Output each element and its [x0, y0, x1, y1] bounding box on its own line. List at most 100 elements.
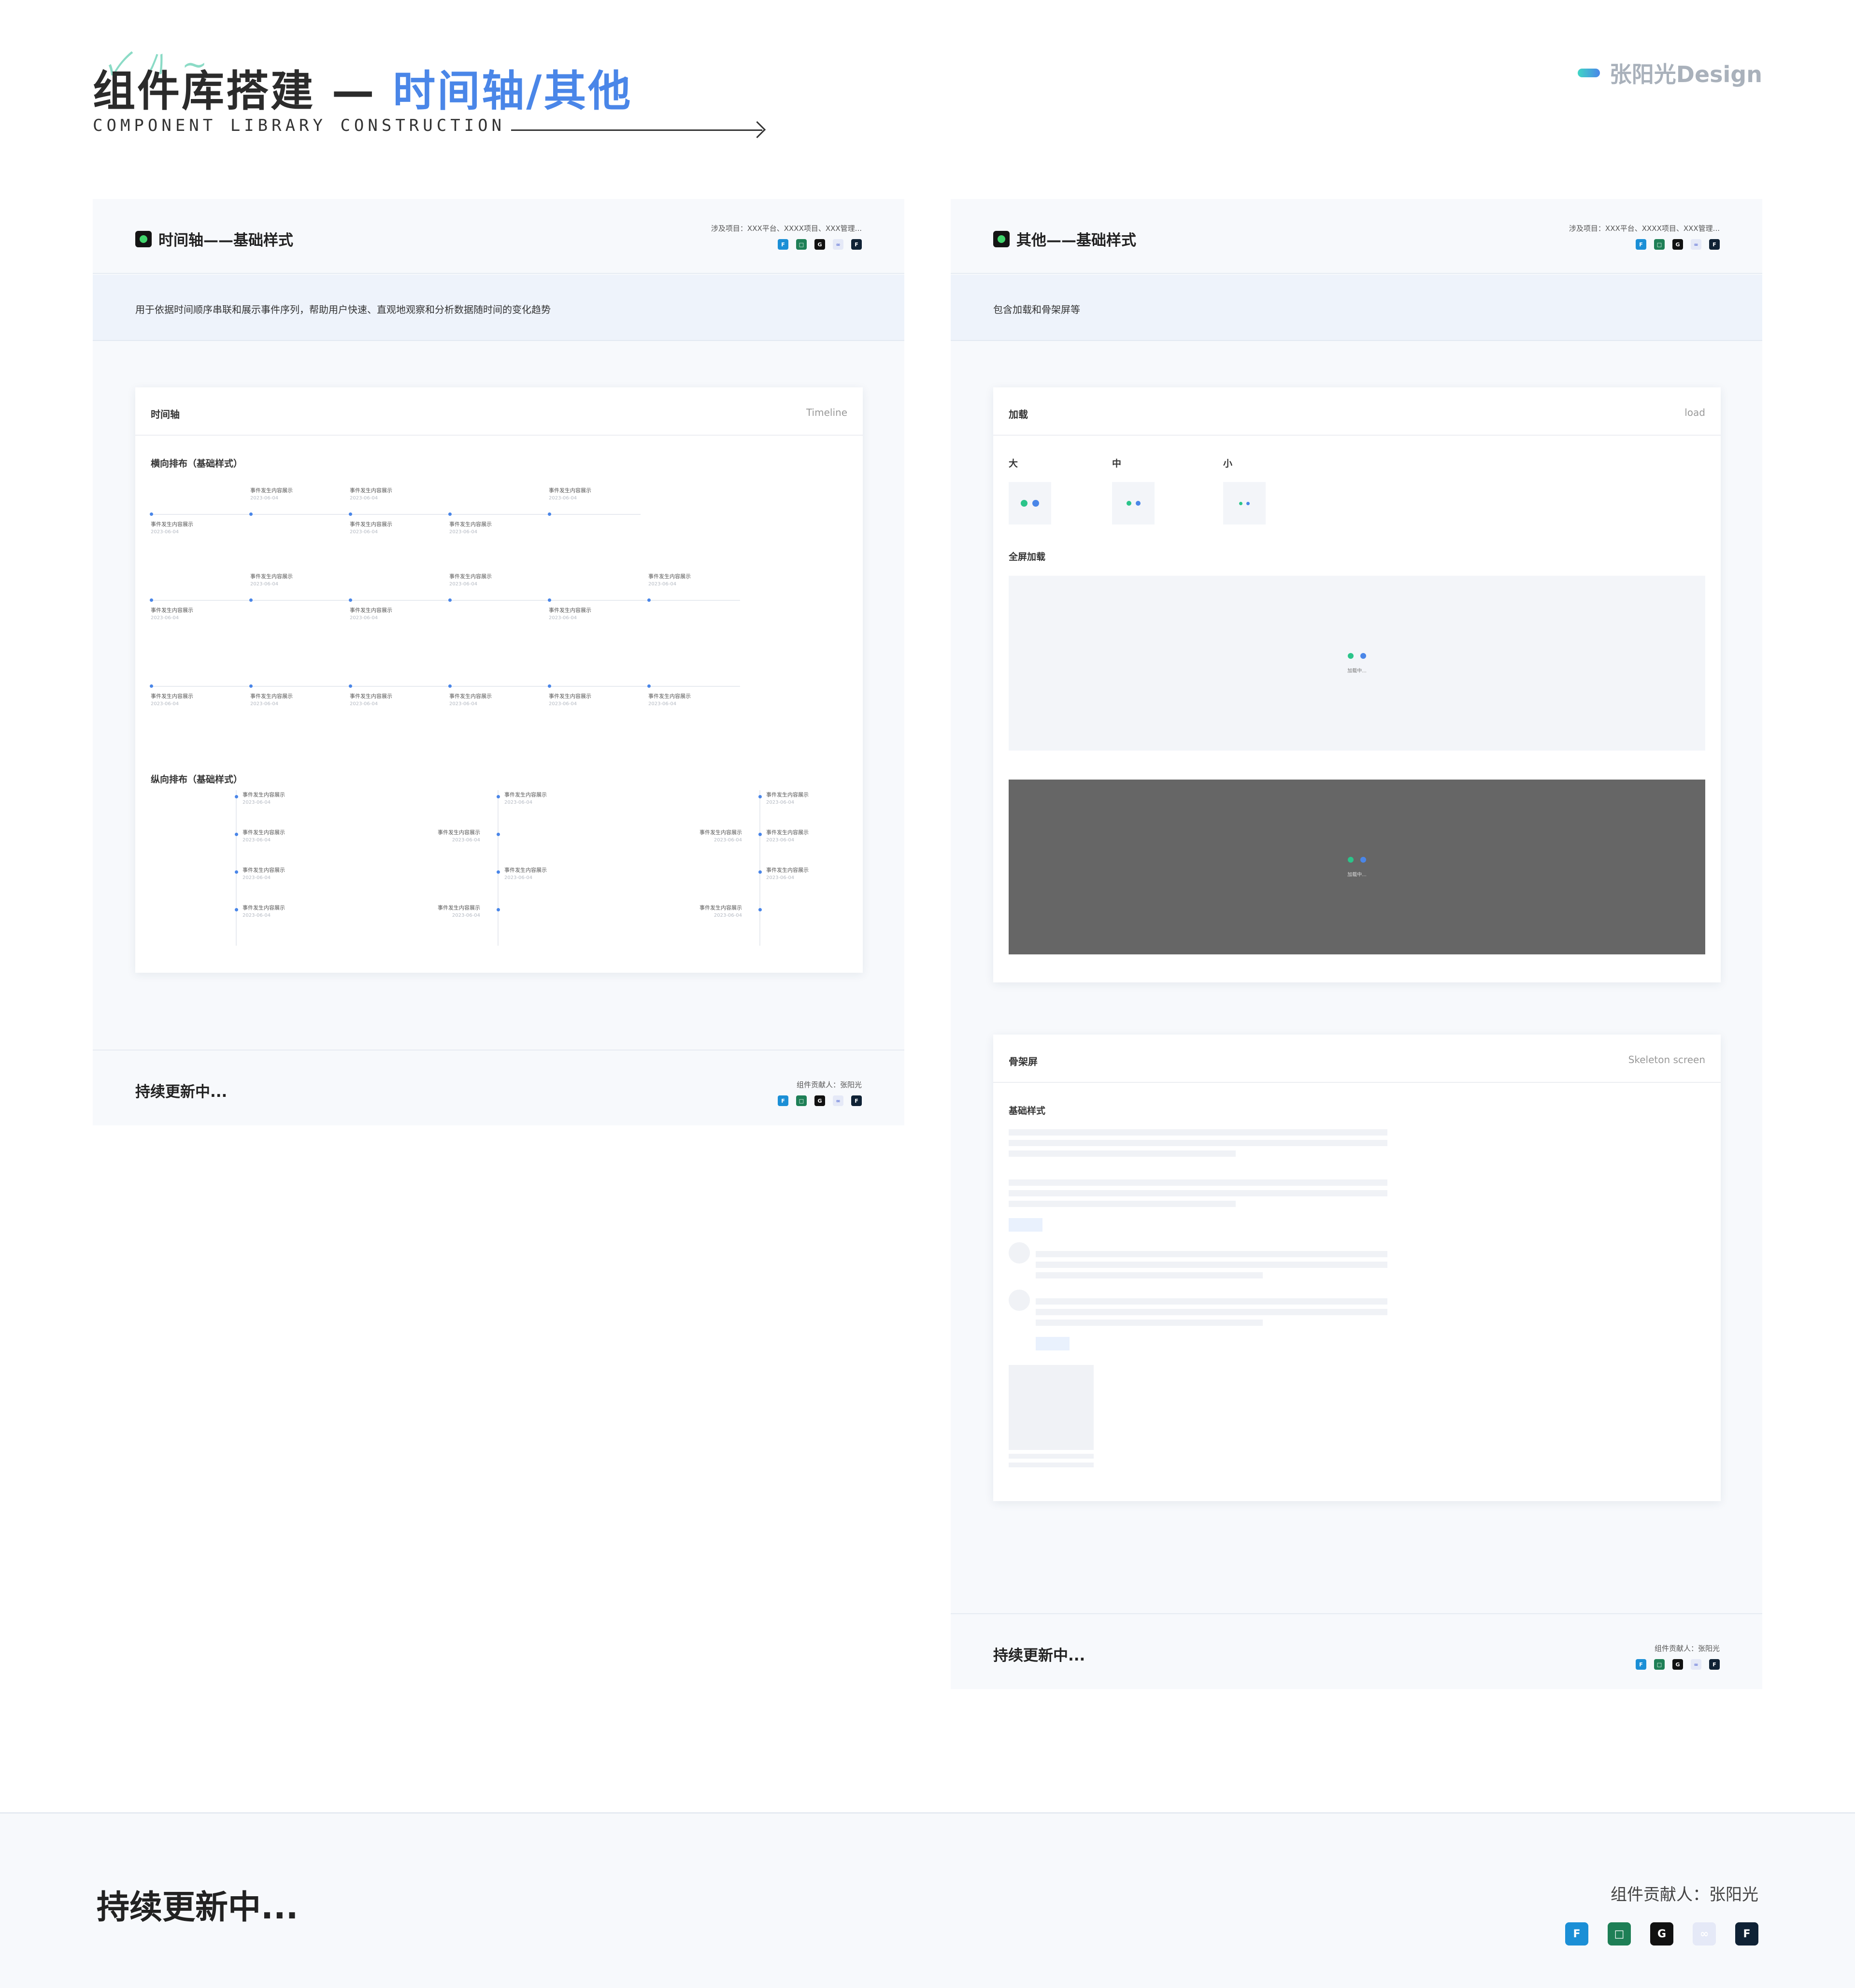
- timeline-event: 事件发生内容展示 2023-06-04: [151, 521, 193, 536]
- timeline-dot: [448, 598, 452, 602]
- framer-icon: F: [851, 239, 862, 250]
- event-date: 2023-06-04: [151, 615, 179, 621]
- loader-dot: [1021, 500, 1027, 507]
- framer-icon: F: [1709, 1659, 1720, 1670]
- page-footer-contributor: 组件贡献人：张阳光: [1611, 1885, 1758, 1904]
- size-large-label: 大: [1009, 458, 1018, 469]
- event-date: 2023-06-04: [151, 701, 179, 707]
- framer-icon: F: [1709, 239, 1720, 250]
- loader-medium: [1112, 482, 1155, 525]
- event-date: 2023-06-04: [350, 529, 378, 535]
- timeline-dot: [235, 870, 238, 874]
- timeline-event: 事件发生内容展示 2023-06-04: [449, 573, 492, 588]
- timeline-dot: [448, 512, 452, 516]
- mastergo-icon: ∞: [833, 239, 843, 250]
- card-title: 加载: [1009, 409, 1028, 420]
- timeline-event: 事件发生内容展示 2023-06-04: [243, 791, 285, 807]
- event-text: 事件发生内容展示: [549, 693, 591, 699]
- timeline-event: 事件发生内容展示 2023-06-04: [250, 573, 293, 588]
- mastergo-icon: ∞: [1693, 1922, 1716, 1945]
- page: ✓ﾊ~ 组件库搭建 — 时间轴/其他 COMPONENT LIBRARY CON…: [0, 0, 1855, 1988]
- skeleton-line: [1009, 1454, 1094, 1459]
- timeline-dot: [758, 870, 762, 874]
- event-text: 事件发生内容展示: [766, 867, 809, 873]
- pixso-icon: G: [1672, 239, 1683, 250]
- panel-footer: 持续更新中... 组件贡献人：张阳光 F □ G ∞ F: [951, 1613, 1762, 1689]
- skeleton-line: [1009, 1190, 1387, 1196]
- timeline-dot: [548, 598, 551, 602]
- card-header: 加载 load: [993, 387, 1721, 436]
- event-date: 2023-06-04: [243, 875, 271, 880]
- skeleton-line: [1036, 1262, 1387, 1268]
- event-text: 事件发生内容展示: [350, 693, 392, 699]
- fullscreen-label: 全屏加载: [1009, 552, 1046, 562]
- skeleton-line: [1036, 1309, 1387, 1315]
- timeline-event: 事件发生内容展示 2023-06-04: [549, 487, 591, 502]
- timeline-dot: [497, 795, 500, 798]
- description-bar: 用于依据时间顺序串联和展示事件序列，帮助用户快速、直观地观察和分析数据随时间的变…: [93, 275, 904, 341]
- event-text: 事件发生内容展示: [504, 792, 547, 798]
- event-date: 2023-06-04: [350, 701, 378, 707]
- timeline-event: 事件发生内容展示 2023-06-04: [243, 866, 285, 882]
- timeline-dot: [758, 908, 762, 911]
- loader-dot: [1360, 856, 1366, 863]
- loader-dot: [1360, 653, 1366, 659]
- timeline-event: 事件发生内容展示 2023-06-04: [766, 866, 809, 882]
- event-text: 事件发生内容展示: [350, 487, 392, 494]
- footer-text: 持续更新中...: [135, 1083, 228, 1101]
- page-subtitle: COMPONENT LIBRARY CONSTRUCTION: [93, 116, 506, 135]
- tool-icons: F □ G ∞ F: [1636, 1659, 1720, 1670]
- brand-name: 张阳光Design: [1609, 61, 1762, 87]
- timeline-dot: [235, 833, 238, 836]
- skeleton-line: [1009, 1463, 1094, 1467]
- timeline-dot: [497, 833, 500, 836]
- event-date: 2023-06-04: [449, 529, 478, 535]
- timeline-event: 事件发生内容展示 2023-06-04: [438, 904, 480, 920]
- event-date: 2023-06-04: [766, 800, 795, 805]
- event-text: 事件发生内容展示: [350, 521, 392, 527]
- skeleton-label: 基础样式: [1009, 1106, 1046, 1116]
- skeleton-avatar: [1009, 1242, 1030, 1264]
- event-text: 事件发生内容展示: [243, 829, 285, 836]
- event-text: 事件发生内容展示: [250, 693, 293, 699]
- sketch-icon: □: [796, 239, 807, 250]
- skeleton-button: [1036, 1337, 1070, 1350]
- card-header: 时间轴 Timeline: [135, 387, 863, 436]
- loader-dots: [1348, 653, 1366, 659]
- card-header: 骨架屏 Skeleton screen: [993, 1035, 1721, 1083]
- brand: 张阳光Design: [1577, 57, 1762, 89]
- panel-header: 时间轴——基础样式 涉及项目：XXX平台、XXXX项目、XXX管理... F □ G…: [93, 199, 904, 274]
- event-text: 事件发生内容展示: [648, 573, 691, 580]
- loader-dot: [1032, 500, 1039, 507]
- timeline-dot: [548, 684, 551, 688]
- timeline-axis: [498, 790, 499, 946]
- tool-icons: F □ G ∞ F: [1565, 1922, 1758, 1945]
- timeline-event: 事件发生内容展示 2023-06-04: [504, 791, 547, 807]
- timeline-event: 事件发生内容展示 2023-06-04: [243, 904, 285, 920]
- other-panel: 其他——基础样式 涉及项目：XXX平台、XXXX项目、XXX管理... F □ G ∞…: [951, 199, 1762, 1689]
- timeline-event: 事件发生内容展示 2023-06-04: [504, 866, 547, 882]
- size-medium-label: 中: [1112, 458, 1122, 469]
- card-title: 时间轴: [151, 409, 180, 420]
- timeline-event: 事件发生内容展示 2023-06-04: [151, 607, 193, 622]
- tool-icons: F □ G ∞ F: [1569, 239, 1720, 250]
- project-info: 涉及项目：XXX平台、XXXX项目、XXX管理... F □ G ∞ F: [711, 223, 862, 250]
- page-title: 组件库搭建 — 时间轴/其他: [93, 57, 632, 118]
- project-list: 涉及项目：XXX平台、XXXX项目、XXX管理...: [1569, 224, 1720, 233]
- pixso-icon: G: [1650, 1922, 1673, 1945]
- event-text: 事件发生内容展示: [766, 829, 809, 836]
- timeline-event: 事件发生内容展示 2023-06-04: [250, 693, 293, 708]
- skeleton-avatar: [1009, 1290, 1030, 1311]
- timeline-event: 事件发生内容展示 2023-06-04: [243, 829, 285, 844]
- event-text: 事件发生内容展示: [243, 867, 285, 873]
- pixso-icon: G: [1672, 1659, 1683, 1670]
- horizontal-label: 横向排布（基础样式）: [151, 458, 243, 469]
- contributor: 组件贡献人：张阳光: [796, 1080, 862, 1089]
- event-date: 2023-06-04: [350, 496, 378, 501]
- timeline-axis: [236, 790, 237, 946]
- figma-icon: F: [778, 1095, 788, 1106]
- event-date: 2023-06-04: [504, 800, 533, 805]
- component-icon: [135, 230, 152, 247]
- event-text: 事件发生内容展示: [151, 693, 193, 699]
- event-text: 事件发生内容展示: [504, 867, 547, 873]
